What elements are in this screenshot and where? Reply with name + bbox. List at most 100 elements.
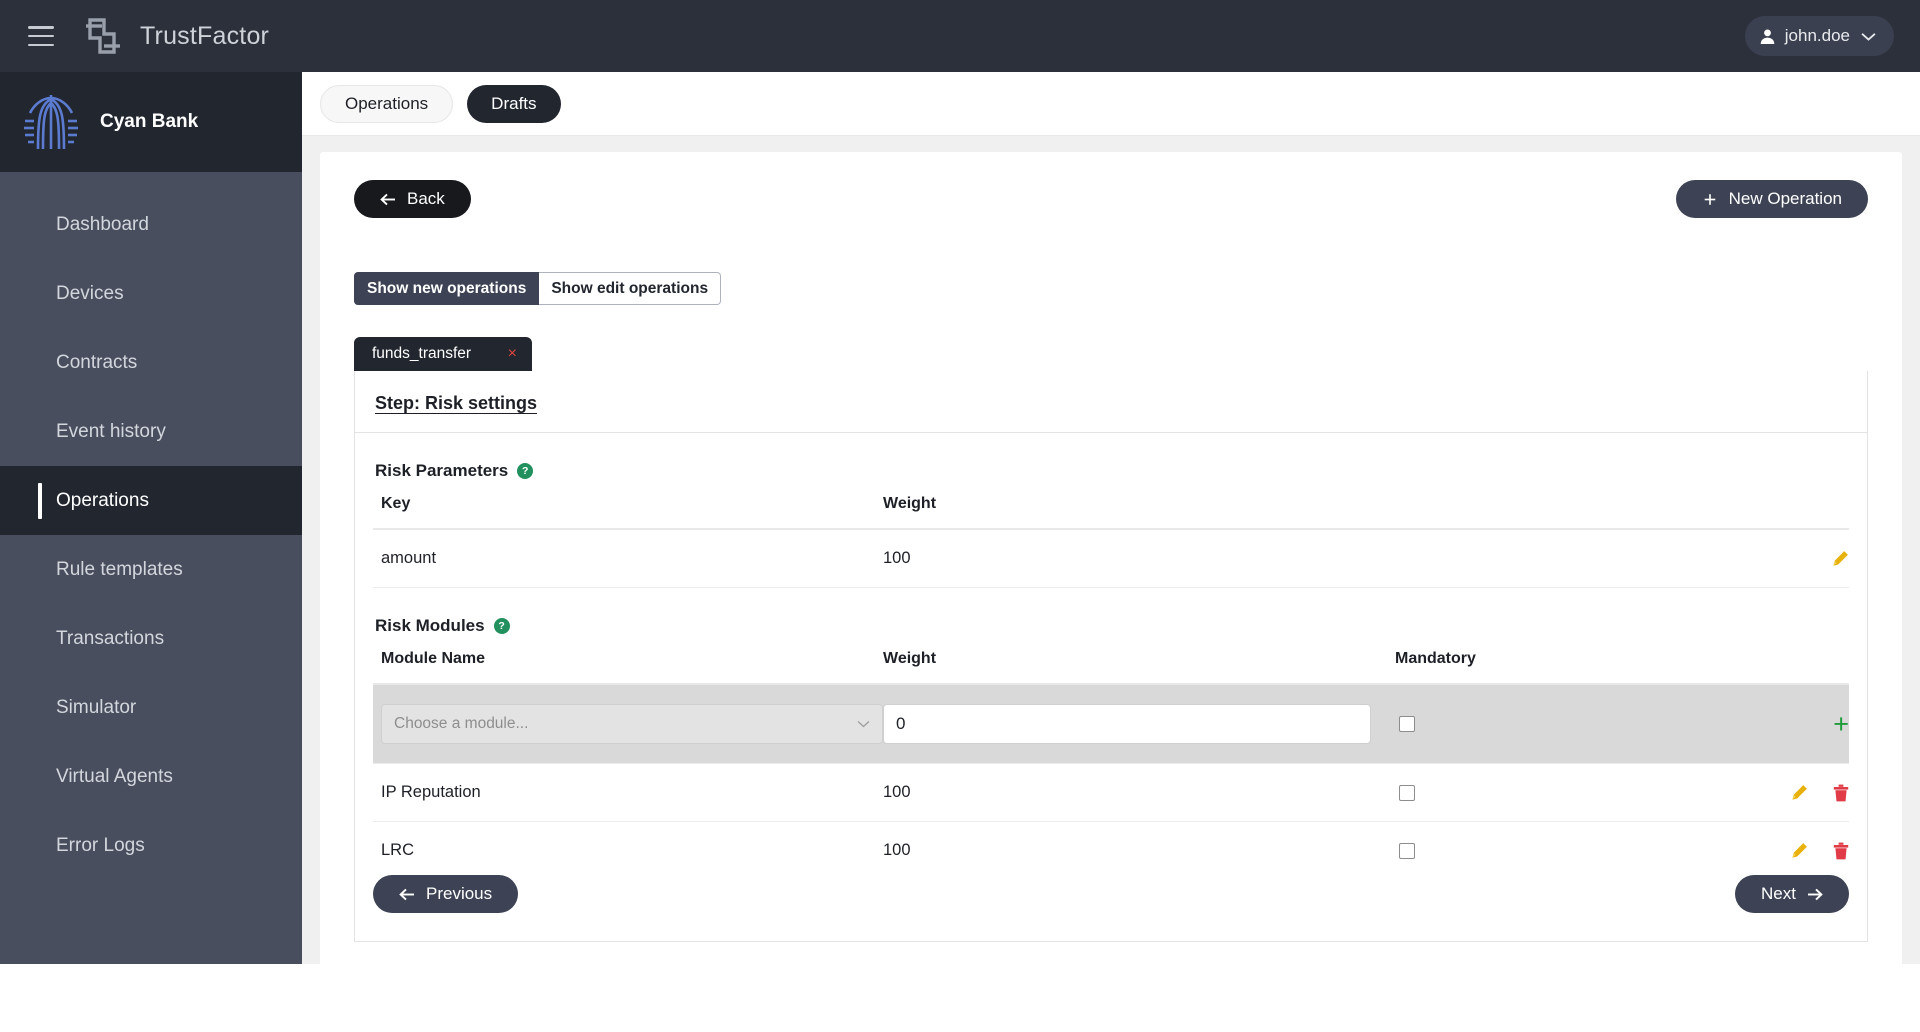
table-row: IP Reputation 100: [373, 763, 1849, 822]
module-actions: [1705, 763, 1849, 822]
operation-tab-label: funds_transfer: [372, 345, 472, 362]
sidebar: Cyan Bank Dashboard Devices Contracts Ev…: [0, 72, 302, 964]
trash-icon[interactable]: [1833, 784, 1849, 802]
sidebar-item-label: Devices: [56, 282, 124, 304]
module-mandatory: [1395, 822, 1705, 880]
sidebar-item-transactions[interactable]: Transactions: [0, 604, 302, 673]
step-title: Step: Risk settings: [375, 393, 538, 413]
tab-label: Operations: [345, 93, 429, 113]
module-weight-input[interactable]: [883, 704, 1371, 744]
module-mandatory-checkbox[interactable]: [1399, 784, 1415, 801]
show-edit-operations-button[interactable]: Show edit operations: [539, 272, 722, 305]
sidebar-item-rule-templates[interactable]: Rule templates: [0, 535, 302, 604]
module-mandatory: [1395, 763, 1705, 822]
column-header-module-name: Module Name: [373, 650, 883, 685]
action-bar: Back New Operation: [354, 180, 1868, 218]
sidebar-item-dashboard[interactable]: Dashboard: [0, 190, 302, 259]
sidebar-item-label: Rule templates: [56, 558, 183, 580]
risk-parameters-heading: Risk Parameters ?: [373, 461, 1849, 481]
module-mandatory-checkbox[interactable]: [1399, 716, 1415, 733]
arrow-left-icon: [399, 888, 414, 900]
module-weight-cell: [883, 684, 1395, 764]
column-header-actions: [1705, 650, 1849, 685]
module-mandatory-checkbox[interactable]: [1399, 842, 1415, 859]
main-content: Operations Drafts Back New Operation Sho…: [302, 72, 1920, 1032]
back-button[interactable]: Back: [354, 180, 471, 218]
risk-parameters-title: Risk Parameters: [375, 461, 509, 480]
step-panel-inner: Step: Risk settings Risk Parameters ? Ke…: [355, 371, 1867, 880]
next-label: Next: [1761, 884, 1796, 903]
user-menu[interactable]: john.doe: [1744, 16, 1894, 56]
param-weight: 100: [883, 529, 1395, 588]
organization-name: Cyan Bank: [100, 111, 199, 132]
help-circle-icon[interactable]: ?: [493, 618, 510, 634]
sidebar-item-operations[interactable]: Operations: [0, 466, 302, 535]
module-name: LRC: [381, 841, 415, 859]
pencil-icon[interactable]: [1791, 842, 1808, 859]
show-new-operations-button[interactable]: Show new operations: [354, 272, 540, 305]
tab-operations[interactable]: Operations: [320, 84, 454, 123]
sidebar-item-virtual-agents[interactable]: Virtual Agents: [0, 742, 302, 811]
sidebar-item-error-logs[interactable]: Error Logs: [0, 811, 302, 880]
filter-label: Show new operations: [367, 279, 527, 297]
wizard-navigation: Previous Next: [373, 875, 1849, 913]
back-label: Back: [407, 189, 445, 208]
user-avatar-icon: [1760, 28, 1775, 44]
chevron-down-icon: [1861, 32, 1876, 41]
sidebar-nav: Dashboard Devices Contracts Event histor…: [0, 172, 302, 880]
plus-icon: [1704, 193, 1715, 205]
module-select[interactable]: Choose a module...: [381, 704, 883, 744]
sidebar-item-contracts[interactable]: Contracts: [0, 328, 302, 397]
hamburger-icon[interactable]: [28, 26, 54, 46]
trash-icon[interactable]: [1833, 842, 1849, 860]
previous-button[interactable]: Previous: [373, 875, 519, 913]
risk-parameters-table: Key Weight amount 100: [373, 495, 1849, 588]
top-bar: TrustFactor john.doe: [0, 0, 1920, 72]
new-operation-label: New Operation: [1728, 189, 1842, 208]
content-card: Back New Operation Show new operations S…: [320, 152, 1902, 1032]
sidebar-item-label: Contracts: [56, 351, 138, 373]
divider: [355, 432, 1867, 433]
tab-drafts[interactable]: Drafts: [467, 84, 561, 123]
module-weight: 100: [883, 841, 911, 859]
module-add-cell: +: [1705, 684, 1849, 764]
table-header-row: Module Name Weight Mandatory: [373, 650, 1849, 685]
module-weight: 100: [883, 763, 1395, 822]
sidebar-item-label: Event history: [56, 420, 166, 442]
pencil-icon[interactable]: [1791, 784, 1808, 801]
param-key: amount: [373, 529, 883, 588]
filter-label: Show edit operations: [551, 279, 709, 297]
risk-modules-title: Risk Modules: [375, 616, 485, 635]
tab-label: Drafts: [491, 93, 537, 113]
sidebar-item-simulator[interactable]: Simulator: [0, 673, 302, 742]
new-operation-button[interactable]: New Operation: [1675, 180, 1868, 218]
trustfactor-logo: [86, 18, 120, 54]
operation-tab-funds-transfer[interactable]: funds_transfer ×: [354, 337, 532, 371]
app-title: TrustFactor: [140, 21, 270, 50]
pencil-icon[interactable]: [1832, 550, 1849, 567]
module-name: IP Reputation: [373, 763, 883, 822]
organization-header: Cyan Bank: [0, 72, 302, 172]
module-actions: [1705, 822, 1849, 880]
cyan-bank-logo: [24, 95, 78, 150]
previous-label: Previous: [426, 884, 493, 903]
close-icon[interactable]: ×: [508, 346, 517, 362]
chevron-down-icon: [857, 721, 870, 728]
param-spacer: [1395, 529, 1705, 588]
sidebar-item-devices[interactable]: Devices: [0, 259, 302, 328]
param-actions: [1705, 529, 1849, 588]
add-module-button[interactable]: +: [1833, 709, 1849, 739]
sidebar-item-label: Dashboard: [56, 213, 149, 235]
table-row: LRC 100: [373, 822, 1849, 880]
user-name: john.doe: [1784, 26, 1850, 45]
column-header-weight: Weight: [883, 495, 1849, 530]
sidebar-item-event-history[interactable]: Event history: [0, 397, 302, 466]
module-select-placeholder: Choose a module...: [394, 715, 529, 732]
module-select-cell: Choose a module...: [373, 684, 883, 764]
column-header-weight: Weight: [883, 650, 1395, 685]
sidebar-item-label: Error Logs: [56, 834, 145, 856]
add-module-row: Choose a module... 0 +: [373, 684, 1849, 764]
next-button[interactable]: Next: [1735, 875, 1849, 913]
module-mandatory-cell: [1395, 684, 1705, 764]
help-circle-icon[interactable]: ?: [517, 463, 534, 479]
